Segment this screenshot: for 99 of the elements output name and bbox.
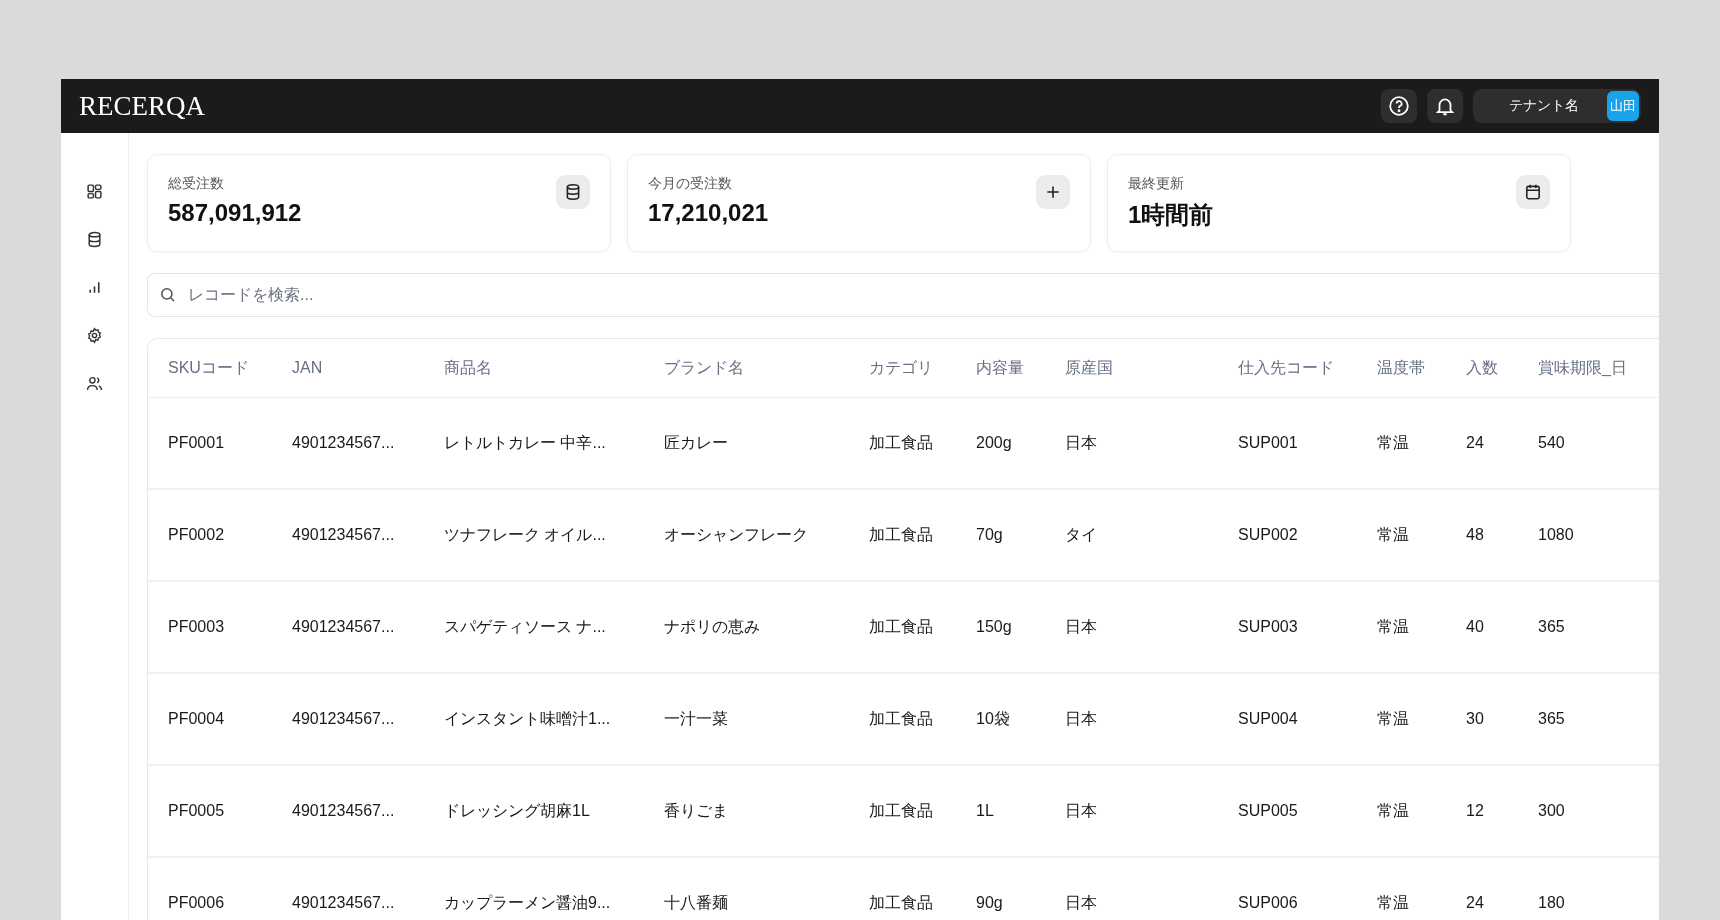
column-header: 内容量 (976, 357, 1025, 378)
table-cell-text: 常温 (1377, 800, 1410, 821)
table-cell-text: PF0006 (168, 894, 226, 912)
table-cell-text: PF0002 (168, 526, 226, 544)
calendar-icon (1524, 183, 1542, 201)
table-cell-text: 日本 (1065, 800, 1098, 821)
search-field[interactable]: レコードを検索... (147, 273, 1659, 317)
column-header: ブランド名 (664, 357, 745, 378)
table-cell-text: PF0003 (168, 618, 226, 636)
table-cell-text: 日本 (1065, 616, 1098, 637)
table-cell-text: SUP006 (1238, 894, 1299, 912)
table-cell-text: オーシャンフレーク (664, 524, 809, 545)
table-cell-text: レトルトカレー 中辛... (444, 432, 607, 453)
column-header: SKUコード (168, 357, 250, 378)
database-icon (564, 183, 582, 201)
table-cell-text: 24 (1466, 434, 1485, 452)
column-header: 賞味期限_日 (1538, 357, 1628, 378)
stat-label: 最終更新 (1128, 175, 1185, 193)
search-icon (159, 286, 177, 304)
table-cell-text: PF0004 (168, 710, 226, 728)
table-cell-text: 40 (1466, 618, 1485, 636)
plus-icon (1044, 183, 1062, 201)
stat-label: 今月の受注数 (648, 175, 733, 193)
table-cell-text: 4901234567... (292, 618, 396, 636)
table-cell-text: カップラーメン醤油9... (444, 892, 612, 913)
table-cell-text: 常温 (1377, 524, 1410, 545)
column-header: 商品名 (444, 357, 493, 378)
table-cell-text: 加工食品 (869, 524, 934, 545)
stat-value: 17,210,021 (648, 199, 769, 227)
table-cell-text: ツナフレーク オイル... (444, 524, 607, 545)
column-header: カテゴリ (869, 357, 934, 378)
stat-label: 総受注数 (168, 175, 225, 193)
table-cell-text: 十八番麺 (664, 892, 729, 913)
table-cell-text: SUP002 (1238, 526, 1299, 544)
table-cell-text: 4901234567... (292, 802, 396, 820)
users-icon (86, 374, 103, 392)
table-cell-text: 365 (1538, 618, 1566, 636)
table-cell-text: 加工食品 (869, 432, 934, 453)
column-header: 仕入先コード (1238, 357, 1335, 378)
table-cell-text: 一汁一菜 (664, 708, 729, 729)
logo: RECERQA (79, 90, 205, 122)
help-icon (1388, 95, 1410, 117)
table-cell-text: 150g (976, 618, 1013, 636)
table-cell-text: 540 (1538, 434, 1566, 452)
table-cell-text: 70g (976, 526, 1004, 544)
table-cell-text: SUP004 (1238, 710, 1299, 728)
dashboard-icon (86, 182, 103, 200)
table-cell-text: 4901234567... (292, 710, 396, 728)
table-cell-text: 常温 (1377, 616, 1410, 637)
table-cell-text: スパゲティソース ナ... (444, 616, 607, 637)
table-cell-text: 1L (976, 802, 995, 820)
table-cell-text: 24 (1466, 894, 1485, 912)
column-header: 原産国 (1065, 357, 1114, 378)
table-cell-text: 1080 (1538, 526, 1575, 544)
table-cell-text: SUP005 (1238, 802, 1299, 820)
table-cell-text: 4901234567... (292, 526, 396, 544)
table-cell-text: 10袋 (976, 708, 1011, 729)
stat-value: 1時間前 (1128, 200, 1214, 230)
table-cell-text: 180 (1538, 894, 1566, 912)
user-avatar: 山田 (1607, 91, 1639, 121)
table-cell-text: 加工食品 (869, 892, 934, 913)
column-header: 温度帯 (1377, 357, 1426, 378)
table-cell-text: 4901234567... (292, 434, 396, 452)
table-cell-text: 200g (976, 434, 1013, 452)
notification-button[interactable] (1427, 89, 1463, 123)
table-cell-text: ナポリの恵み (664, 616, 761, 637)
table-cell-text: PF0001 (168, 434, 226, 452)
stat-value: 587,091,912 (168, 199, 302, 227)
table-cell-text: 日本 (1065, 432, 1098, 453)
help-button[interactable] (1381, 89, 1417, 123)
table-cell-text: SUP001 (1238, 434, 1299, 452)
table-cell-text: 加工食品 (869, 708, 934, 729)
table-cell-text: SUP003 (1238, 618, 1299, 636)
table-cell-text: 365 (1538, 710, 1566, 728)
table-cell-text: タイ (1065, 524, 1098, 545)
tenant-name: テナント名 (1509, 97, 1579, 115)
column-header: 入数 (1466, 357, 1499, 378)
column-header: JAN (292, 359, 324, 377)
table-cell-text: 香りごま (664, 800, 729, 821)
table-cell-text: 300 (1538, 802, 1566, 820)
table-cell-text: ドレッシング胡麻1L (444, 800, 591, 821)
settings-icon (86, 326, 103, 344)
table-cell-text: 日本 (1065, 708, 1098, 729)
table-cell-text: 匠カレー (664, 432, 729, 453)
table-cell-text: 常温 (1377, 892, 1410, 913)
table-cell-text: インスタント味噌汁1... (444, 708, 612, 729)
table-cell-text: PF0005 (168, 802, 226, 820)
tenant-switcher[interactable]: テナント名 山田 (1473, 89, 1641, 123)
table-cell-text: 90g (976, 894, 1004, 912)
table-cell-text: 加工食品 (869, 800, 934, 821)
database-icon (86, 230, 103, 248)
table-cell-text: 4901234567... (292, 894, 396, 912)
table-cell-text: 常温 (1377, 432, 1410, 453)
table-cell-text: 加工食品 (869, 616, 934, 637)
table-cell-text: 48 (1466, 526, 1485, 544)
table-cell-text: 30 (1466, 710, 1485, 728)
table-cell-text: 日本 (1065, 892, 1098, 913)
table-cell-text: 常温 (1377, 708, 1410, 729)
table-cell-text: 12 (1466, 802, 1485, 820)
